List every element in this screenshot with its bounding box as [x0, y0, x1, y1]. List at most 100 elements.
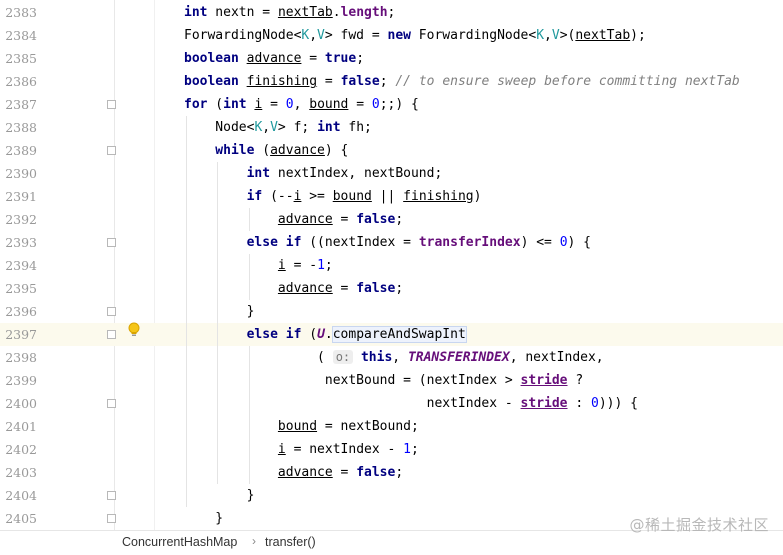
code-text[interactable]: } — [121, 484, 255, 507]
code-line[interactable]: 2389 while (advance) { — [0, 139, 783, 162]
code-line[interactable]: 2396 } — [0, 300, 783, 323]
code-text[interactable]: int nextn = nextTab.length; — [121, 1, 395, 24]
code-token: false — [356, 281, 396, 296]
code-line[interactable]: 2399 nextBound = (nextIndex > stride ? — [0, 369, 783, 392]
code-token: TRANSFERINDEX — [407, 350, 510, 365]
code-line[interactable]: 2395 advance = false; — [0, 277, 783, 300]
code-text[interactable]: Node<K,V> f; int fh; — [121, 116, 372, 139]
code-token: = nextBound; — [317, 419, 419, 434]
code-token: 0 — [371, 97, 380, 112]
code-line[interactable]: 2402 i = nextIndex - 1; — [0, 438, 783, 461]
code-line[interactable]: 2400 nextIndex - stride : 0))) { — [0, 392, 783, 415]
line-number: 2383 — [5, 5, 37, 20]
code-text[interactable]: advance = false; — [121, 461, 403, 484]
code-line[interactable]: 2385 boolean advance = true; — [0, 47, 783, 70]
code-token: false — [340, 74, 380, 89]
breadcrumb-class[interactable]: ConcurrentHashMap — [122, 535, 237, 549]
code-token: nextIndex - — [121, 396, 521, 411]
code-text[interactable]: else if (U.compareAndSwapInt — [121, 323, 467, 346]
code-token: } — [121, 511, 224, 526]
breadcrumb-separator: › — [252, 534, 256, 548]
code-line[interactable]: 2388 Node<K,V> f; int fh; — [0, 116, 783, 139]
line-number: 2400 — [5, 396, 37, 411]
code-token: boolean — [184, 74, 239, 89]
code-line[interactable]: 2391 if (--i >= bound || finishing) — [0, 185, 783, 208]
code-token: , — [309, 28, 318, 43]
code-line[interactable]: 2384 ForwardingNode<K,V> fwd = new Forwa… — [0, 24, 783, 47]
code-text[interactable]: } — [121, 300, 255, 323]
code-token: V — [317, 28, 325, 43]
code-text[interactable]: nextIndex - stride : 0))) { — [121, 392, 638, 415]
code-line[interactable]: 2393 else if ((nextIndex = transferIndex… — [0, 231, 783, 254]
code-token: , — [544, 28, 552, 43]
code-line[interactable]: 2403 advance = false; — [0, 461, 783, 484]
code-line[interactable]: 2387 for (int i = 0, bound = 0;;) { — [0, 93, 783, 116]
code-line[interactable]: 2392 advance = false; — [0, 208, 783, 231]
code-token: false — [356, 465, 396, 480]
code-text[interactable]: boolean advance = true; — [121, 47, 364, 70]
fold-marker-icon[interactable] — [107, 330, 116, 339]
code-line[interactable]: 2394 i = -1; — [0, 254, 783, 277]
code-editor[interactable]: 2383 int nextn = nextTab.length; 2384 For… — [0, 0, 783, 530]
fold-marker-icon[interactable] — [107, 100, 116, 109]
code-token: > fwd = — [324, 28, 388, 43]
code-token: >( — [559, 28, 576, 43]
code-text[interactable]: } — [121, 507, 223, 530]
code-text[interactable]: int nextIndex, nextBound; — [121, 162, 443, 185]
code-line[interactable]: 2401 bound = nextBound; — [0, 415, 783, 438]
code-line[interactable]: 2390 int nextIndex, nextBound; — [0, 162, 783, 185]
code-text[interactable]: i = -1; — [121, 254, 333, 277]
code-text[interactable]: else if ((nextIndex = transferIndex) <= … — [121, 231, 591, 254]
code-token: = — [301, 51, 325, 66]
line-number: 2386 — [5, 74, 37, 89]
fold-marker-icon[interactable] — [107, 146, 116, 155]
breadcrumb-method[interactable]: transfer() — [265, 535, 316, 549]
code-text[interactable]: for (int i = 0, bound = 0;;) { — [121, 93, 419, 116]
code-token: int — [317, 120, 341, 135]
code-line[interactable]: 2398 ( o: this, TRANSFERINDEX, nextIndex… — [0, 346, 783, 369]
code-text[interactable]: ( o: this, TRANSFERINDEX, nextIndex, — [121, 346, 604, 369]
code-token: ) { — [324, 143, 349, 158]
code-token: ) — [473, 189, 482, 204]
code-token: ) { — [567, 235, 592, 250]
lightbulb-icon[interactable] — [127, 322, 141, 338]
code-token: ; — [395, 281, 404, 296]
indent-guide — [248, 346, 250, 484]
code-text[interactable]: ForwardingNode<K,V> fwd = new Forwarding… — [121, 24, 646, 47]
line-number: 2389 — [5, 143, 37, 158]
code-token: bound — [332, 189, 372, 204]
code-token: if — [246, 189, 263, 204]
code-token: ( — [254, 143, 271, 158]
code-token: compareAndSwapInt — [331, 326, 467, 343]
indent-guide — [248, 254, 250, 300]
code-token: . — [332, 5, 341, 20]
code-line[interactable]: 2404 } — [0, 484, 783, 507]
code-text[interactable]: bound = nextBound; — [121, 415, 419, 438]
code-text[interactable]: advance = false; — [121, 277, 403, 300]
fold-marker-icon[interactable] — [107, 514, 116, 523]
code-token: , — [262, 120, 271, 135]
code-text[interactable]: while (advance) { — [121, 139, 348, 162]
fold-marker-icon[interactable] — [107, 307, 116, 316]
code-text[interactable]: if (--i >= bound || finishing) — [121, 185, 482, 208]
code-text[interactable]: i = nextIndex - 1; — [121, 438, 419, 461]
line-number: 2402 — [5, 442, 37, 457]
code-token: this — [360, 350, 393, 365]
code-line[interactable]: 2386 boolean finishing = false; // to en… — [0, 70, 783, 93]
code-line[interactable]: 2383 int nextn = nextTab.length; — [0, 1, 783, 24]
code-token: bound — [277, 419, 318, 434]
code-text[interactable]: boolean finishing = false; // to ensure … — [121, 70, 740, 93]
code-text[interactable]: nextBound = (nextIndex > stride ? — [121, 369, 583, 392]
code-line[interactable]: 2397 else if (U.compareAndSwapInt — [0, 323, 783, 346]
fold-marker-icon[interactable] — [107, 399, 116, 408]
code-token: ForwardingNode — [410, 28, 529, 43]
code-token: finishing — [403, 189, 474, 204]
fold-marker-icon[interactable] — [107, 238, 116, 247]
code-text[interactable]: advance = false; — [121, 208, 403, 231]
fold-marker-icon[interactable] — [107, 491, 116, 500]
